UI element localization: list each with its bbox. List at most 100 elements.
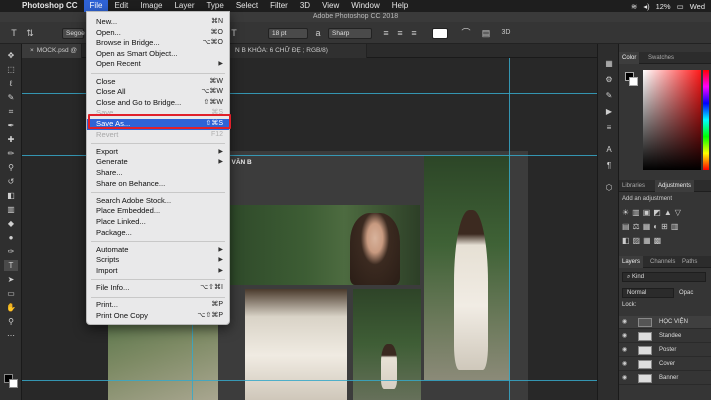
guide-horizontal[interactable] — [22, 380, 612, 381]
tab-swatches[interactable]: Swatches — [645, 52, 677, 64]
shape-tool-icon[interactable]: ▭ — [4, 288, 18, 299]
wifi-icon[interactable]: ≋ — [631, 2, 637, 11]
layer-row[interactable]: ◉ Banner — [619, 372, 711, 385]
menu-item-share-on-behance[interactable]: Share on Behance... — [87, 179, 229, 190]
eyedropper-tool-icon[interactable]: ✒ — [4, 120, 18, 131]
adjustment-icons-row-2[interactable]: ▤⚖▦◐⊞▥ — [622, 222, 681, 231]
menu-item-scripts[interactable]: Scripts ▶ — [87, 255, 229, 266]
brush-panel-icon[interactable]: ✎ — [603, 90, 615, 102]
menu-item-share[interactable]: Share... — [87, 168, 229, 179]
eye-icon[interactable]: ◉ — [622, 358, 627, 371]
menu-item-close-all[interactable]: Close All ⌥⌘W — [87, 87, 229, 98]
brush-tool-icon[interactable]: ✏ — [4, 148, 18, 159]
menu-select[interactable]: Select — [230, 0, 264, 12]
gradient-tool-icon[interactable]: ▥ — [4, 204, 18, 215]
eye-icon[interactable]: ◉ — [622, 330, 627, 343]
paragraph-icon[interactable]: ¶ — [603, 160, 615, 172]
menu-item-browse-in-bridge[interactable]: Browse in Bridge... ⌥⌘O — [87, 38, 229, 49]
menu-item-package[interactable]: Package... — [87, 228, 229, 239]
character-panel-icon[interactable]: ▤ — [480, 27, 492, 39]
menu-help[interactable]: Help — [386, 0, 414, 12]
more-tools-icon[interactable]: ⋯ — [4, 330, 18, 341]
history-icon[interactable]: ▦ — [603, 58, 615, 70]
hue-slider[interactable] — [703, 70, 709, 170]
layer-row[interactable]: ◉ HỌC VIỆN — [619, 316, 711, 329]
battery-icon[interactable]: ▭ — [677, 2, 684, 11]
blend-mode-select[interactable]: Normal — [622, 288, 674, 298]
menu-3d[interactable]: 3D — [294, 0, 316, 12]
character-icon[interactable]: A — [603, 144, 615, 156]
bg-color-chip[interactable] — [629, 77, 638, 86]
layer-row[interactable]: ◉ Standee — [619, 330, 711, 343]
menu-item-open-as-smart-object[interactable]: Open as Smart Object... — [87, 49, 229, 60]
menu-app-name[interactable]: Photoshop CC — [16, 0, 84, 12]
menu-item-export[interactable]: Export ▶ — [87, 147, 229, 158]
healing-tool-icon[interactable]: ✚ — [4, 134, 18, 145]
stamp-tool-icon[interactable]: ⚲ — [4, 162, 18, 173]
eye-icon[interactable]: ◉ — [622, 316, 627, 329]
adjustment-icons-row-3[interactable]: ◧▨▦▩ — [622, 236, 664, 245]
menu-item-open[interactable]: Open... ⌘O — [87, 28, 229, 39]
tab-mock[interactable]: ×MOCK.psd @ 1 — [22, 44, 82, 68]
font-size-select[interactable]: 18 pt — [268, 28, 308, 39]
marquee-tool-icon[interactable]: ⬚ — [4, 64, 18, 75]
tab-document[interactable]: N B KHÓA: 6 CHỮ ĐẸ ; RGB/8) — [227, 44, 367, 58]
menu-view[interactable]: View — [316, 0, 345, 12]
clock[interactable]: Wed — [690, 2, 705, 11]
layer-row[interactable]: ◉ Cover — [619, 358, 711, 371]
text-color-swatch[interactable] — [432, 28, 448, 39]
path-select-tool-icon[interactable]: ➤ — [4, 274, 18, 285]
tab-adjustments[interactable]: Adjustments — [655, 180, 695, 192]
menu-item-new[interactable]: New... ⌘N — [87, 17, 229, 28]
tab-close-icon[interactable]: × — [30, 47, 34, 54]
3d-button[interactable]: 3D — [500, 27, 512, 39]
background-color-swatch[interactable] — [9, 379, 18, 388]
align-right-icon[interactable]: ≡ — [408, 27, 420, 39]
pen-tool-icon[interactable]: ✑ — [4, 246, 18, 257]
warp-text-icon[interactable]: ⌒ — [460, 27, 472, 39]
align-center-icon[interactable]: ≡ — [394, 27, 406, 39]
color-picker-field[interactable] — [643, 70, 701, 170]
move-tool-icon[interactable]: ✥ — [4, 50, 18, 61]
layer-filter-select[interactable]: ⌕ Kind — [622, 272, 706, 282]
menu-item-print-one-copy[interactable]: Print One Copy ⌥⇧⌘P — [87, 311, 229, 322]
adjustment-icons-row-1[interactable]: ☀▥▣◩▲▽ — [622, 208, 684, 217]
eraser-tool-icon[interactable]: ◧ — [4, 190, 18, 201]
menu-item-print[interactable]: Print... ⌘P — [87, 300, 229, 311]
tab-paths[interactable]: Paths — [679, 256, 700, 268]
crop-tool-icon[interactable]: ⌗ — [4, 106, 18, 117]
menu-item-close[interactable]: Close ⌘W — [87, 77, 229, 88]
blur-tool-icon[interactable]: ◆ — [4, 218, 18, 229]
lasso-tool-icon[interactable]: ℓ — [4, 78, 18, 89]
actions-icon[interactable]: ▶ — [603, 106, 615, 118]
tab-layers[interactable]: Layers — [619, 256, 644, 268]
menu-window[interactable]: Window — [345, 0, 385, 12]
tab-channels[interactable]: Channels — [647, 256, 678, 268]
hand-tool-icon[interactable]: ✋ — [4, 302, 18, 313]
menu-item-search-adobe-stock[interactable]: Search Adobe Stock... — [87, 196, 229, 207]
adjust-icon[interactable]: ≡ — [603, 122, 615, 134]
history-brush-tool-icon[interactable]: ↺ — [4, 176, 18, 187]
align-left-icon[interactable]: ≡ — [380, 27, 392, 39]
menu-item-import[interactable]: Import ▶ — [87, 266, 229, 277]
quick-select-tool-icon[interactable]: ✎ — [4, 92, 18, 103]
layer-row[interactable]: ◉ Poster — [619, 344, 711, 357]
font-family-select[interactable]: Segoe — [62, 28, 85, 39]
type-tool-icon[interactable]: T — [8, 27, 20, 39]
menu-item-open-recent[interactable]: Open Recent ▶ — [87, 59, 229, 70]
dodge-tool-icon[interactable]: ● — [4, 232, 18, 243]
3d-panel-icon[interactable]: ⬡ — [603, 182, 615, 194]
tab-libraries[interactable]: Libraries — [619, 180, 648, 192]
volume-icon[interactable]: ◂) — [643, 2, 649, 11]
properties-icon[interactable]: ⚙ — [603, 74, 615, 86]
menu-item-close-and-go-to-bridge[interactable]: Close and Go to Bridge... ⇧⌘W — [87, 98, 229, 109]
menu-filter[interactable]: Filter — [264, 0, 294, 12]
menu-item-automate[interactable]: Automate ▶ — [87, 245, 229, 256]
menu-item-place-linked[interactable]: Place Linked... — [87, 217, 229, 228]
menu-item-generate[interactable]: Generate ▶ — [87, 157, 229, 168]
tab-color[interactable]: Color — [619, 52, 640, 64]
guide-vertical[interactable] — [509, 58, 510, 400]
menu-item-file-info[interactable]: File Info... ⌥⇧⌘I — [87, 283, 229, 294]
eye-icon[interactable]: ◉ — [622, 372, 627, 385]
antialias-select[interactable]: Sharp — [328, 28, 372, 39]
